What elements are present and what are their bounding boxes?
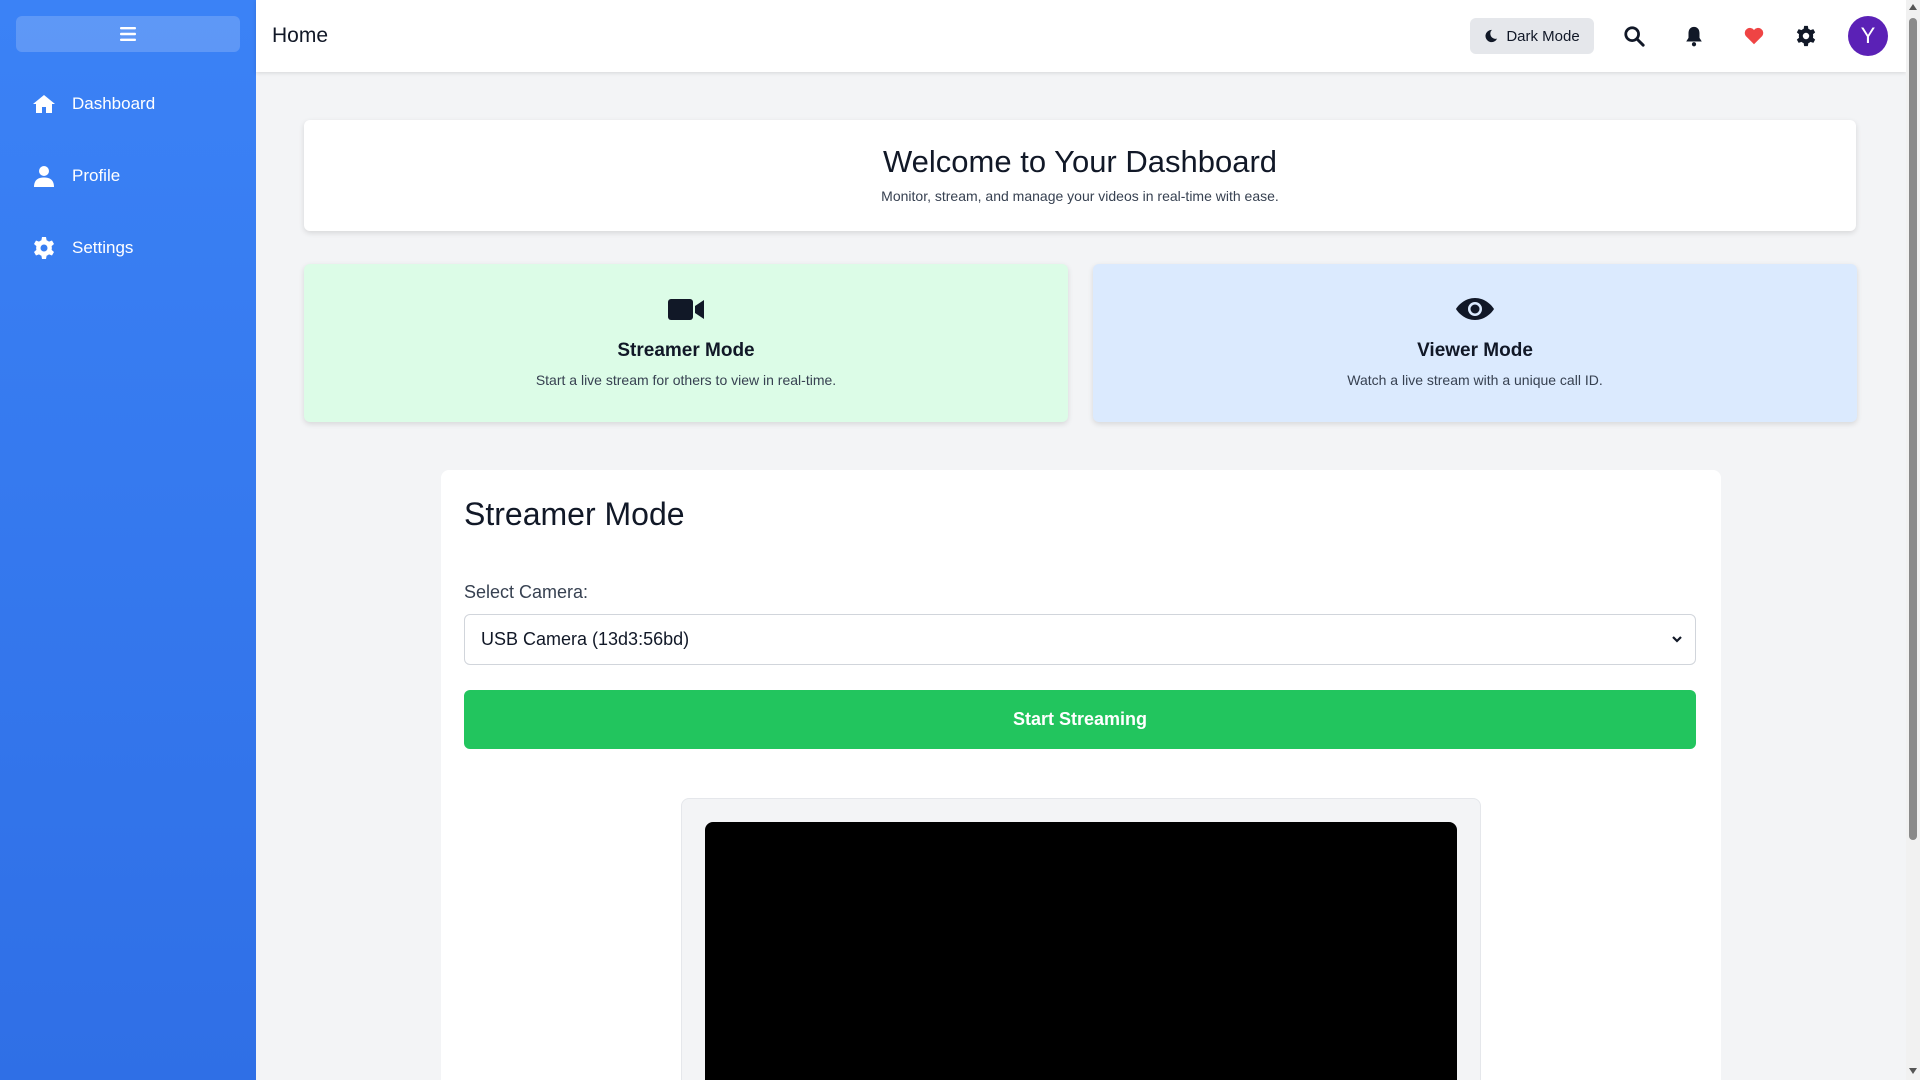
viewer-mode-card[interactable]: Viewer Mode Watch a live stream with a u… <box>1093 264 1857 422</box>
scroll-down-arrow-icon[interactable] <box>1909 1068 1917 1074</box>
avatar[interactable]: Y <box>1848 16 1888 56</box>
camera-select-label: Select Camera: <box>464 582 589 602</box>
viewer-mode-title: Viewer Mode <box>1417 340 1533 361</box>
search-icon <box>1624 26 1645 47</box>
moon-icon <box>1485 29 1498 43</box>
welcome-card: Welcome to Your Dashboard Monitor, strea… <box>304 120 1856 231</box>
home-icon <box>32 92 56 116</box>
video-container <box>681 798 1481 1080</box>
camera-select[interactable]: USB Camera (13d3:56bd) <box>464 614 1696 665</box>
chevron-down-icon <box>1672 636 1682 643</box>
sidebar-item-label: Settings <box>72 238 134 257</box>
sidebar-item-profile[interactable]: Profile <box>32 161 120 191</box>
favorites-button[interactable] <box>1742 24 1766 48</box>
page-scrollbar[interactable] <box>1906 0 1920 1080</box>
streamer-mode-card[interactable]: Streamer Mode Start a live stream for ot… <box>304 264 1068 422</box>
scrollbar-thumb[interactable] <box>1909 18 1917 840</box>
video-camera-icon <box>666 292 706 326</box>
welcome-title: Welcome to Your Dashboard <box>882 144 1278 179</box>
streamer-mode-description: Start a live stream for others to view i… <box>535 372 837 388</box>
sidebar-item-settings[interactable]: Settings <box>32 233 133 263</box>
page-title: Home <box>272 24 329 47</box>
menu-toggle-button[interactable] <box>16 16 240 52</box>
heart-icon <box>1744 27 1764 45</box>
panel-title: Streamer Mode <box>464 496 685 532</box>
gear-icon <box>32 236 56 260</box>
gear-icon <box>1796 25 1816 47</box>
dark-mode-button[interactable]: Dark Mode <box>1470 18 1594 54</box>
bell-icon <box>1686 26 1702 47</box>
settings-button[interactable] <box>1794 24 1818 48</box>
start-streaming-button[interactable]: Start Streaming <box>464 690 1696 749</box>
scroll-up-arrow-icon[interactable] <box>1909 4 1917 10</box>
top-header: Home Dark Mode Y <box>256 0 1906 72</box>
dark-mode-label: Dark Mode <box>1506 27 1580 45</box>
streamer-mode-panel: Streamer Mode Select Camera: USB Camera … <box>441 470 1721 1080</box>
eye-icon <box>1455 292 1495 326</box>
streamer-mode-title: Streamer Mode <box>617 340 755 361</box>
hamburger-icon <box>120 27 136 41</box>
sidebar: Dashboard Profile Settings <box>0 0 256 1080</box>
sidebar-item-dashboard[interactable]: Dashboard <box>32 89 155 119</box>
user-icon <box>32 164 56 188</box>
notifications-button[interactable] <box>1682 24 1706 48</box>
sidebar-item-label: Dashboard <box>72 94 156 113</box>
welcome-subtitle: Monitor, stream, and manage your videos … <box>881 188 1279 204</box>
camera-select-value: USB Camera (13d3:56bd) <box>481 629 690 649</box>
sidebar-item-label: Profile <box>72 166 121 185</box>
viewer-mode-description: Watch a live stream with a unique call I… <box>1347 372 1603 388</box>
video-preview <box>705 822 1457 1080</box>
search-button[interactable] <box>1622 24 1646 48</box>
